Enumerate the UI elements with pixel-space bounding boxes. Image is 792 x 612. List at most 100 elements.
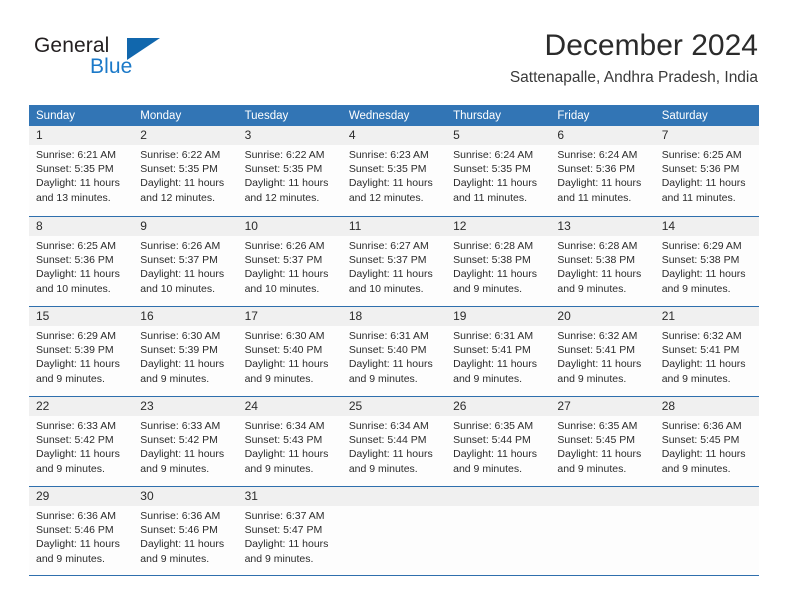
day-details: Sunrise: 6:23 AM Sunset: 5:35 PM Dayligh… <box>342 145 446 205</box>
sunset-text: Sunset: 5:42 PM <box>140 434 218 447</box>
day-number: 5 <box>446 126 551 145</box>
day-number: 3 <box>237 126 342 145</box>
weekday-header-thursday: Thursday <box>453 110 502 122</box>
day-details: Sunrise: 6:26 AM Sunset: 5:37 PM Dayligh… <box>133 236 237 296</box>
daylight-text-line2: and 9 minutes. <box>140 552 210 565</box>
day-number: 25 <box>341 397 447 416</box>
day-details: Sunrise: 6:22 AM Sunset: 5:35 PM Dayligh… <box>133 145 237 205</box>
day-cell[interactable]: 3 Sunrise: 6:22 AM Sunset: 5:35 PM Dayli… <box>237 126 342 216</box>
day-cell-empty <box>446 487 551 575</box>
sunrise-text: Sunrise: 6:23 AM <box>348 149 429 161</box>
daylight-text-line1: Daylight: 11 hours <box>140 177 225 190</box>
sunrise-text: Sunrise: 6:34 AM <box>244 420 325 432</box>
sunset-text: Sunset: 5:37 PM <box>244 254 323 267</box>
daylight-text-line2: and 12 minutes. <box>244 191 320 204</box>
daylight-text-line1: Daylight: 11 hours <box>244 268 329 281</box>
day-cell[interactable]: 17 Sunrise: 6:30 AM Sunset: 5:40 PM Dayl… <box>237 307 342 396</box>
day-details <box>655 506 759 509</box>
day-cell[interactable]: 5 Sunrise: 6:24 AM Sunset: 5:35 PM Dayli… <box>446 126 551 216</box>
day-number: 15 <box>29 307 134 326</box>
day-cell[interactable]: 16 Sunrise: 6:30 AM Sunset: 5:39 PM Dayl… <box>133 307 238 396</box>
day-cell[interactable]: 15 Sunrise: 6:29 AM Sunset: 5:39 PM Dayl… <box>29 307 134 396</box>
day-cell[interactable]: 30 Sunrise: 6:36 AM Sunset: 5:46 PM Dayl… <box>133 487 238 575</box>
day-details: Sunrise: 6:25 AM Sunset: 5:36 PM Dayligh… <box>655 145 759 205</box>
day-details: Sunrise: 6:29 AM Sunset: 5:39 PM Dayligh… <box>29 326 133 386</box>
day-cell[interactable]: 24 Sunrise: 6:34 AM Sunset: 5:43 PM Dayl… <box>237 397 342 486</box>
sunrise-text: Sunrise: 6:36 AM <box>661 420 742 432</box>
daylight-text-line1: Daylight: 11 hours <box>453 358 537 371</box>
day-cell[interactable]: 13 Sunrise: 6:28 AM Sunset: 5:38 PM Dayl… <box>550 217 655 306</box>
daylight-text-line1: Daylight: 11 hours <box>661 268 746 281</box>
sunset-text: Sunset: 5:37 PM <box>348 254 427 267</box>
sunrise-text: Sunrise: 6:31 AM <box>348 330 429 342</box>
sunset-text: Sunset: 5:38 PM <box>557 254 636 267</box>
daylight-text-line2: and 9 minutes. <box>453 282 523 295</box>
day-cell[interactable]: 2 Sunrise: 6:22 AM Sunset: 5:35 PM Dayli… <box>133 126 238 216</box>
daylight-text-line1: Daylight: 11 hours <box>140 358 225 371</box>
day-details: Sunrise: 6:28 AM Sunset: 5:38 PM Dayligh… <box>446 236 550 296</box>
day-cell[interactable]: 20 Sunrise: 6:32 AM Sunset: 5:41 PM Dayl… <box>550 307 655 396</box>
daylight-text-line2: and 9 minutes. <box>244 462 314 475</box>
day-cell[interactable]: 8 Sunrise: 6:25 AM Sunset: 5:36 PM Dayli… <box>29 217 134 306</box>
day-cell[interactable]: 31 Sunrise: 6:37 AM Sunset: 5:47 PM Dayl… <box>237 487 342 575</box>
day-details: Sunrise: 6:31 AM Sunset: 5:41 PM Dayligh… <box>446 326 550 386</box>
day-cell[interactable]: 12 Sunrise: 6:28 AM Sunset: 5:38 PM Dayl… <box>446 217 551 306</box>
sunset-text: Sunset: 5:37 PM <box>140 254 218 267</box>
sunrise-text: Sunrise: 6:25 AM <box>661 149 742 161</box>
day-cell[interactable]: 26 Sunrise: 6:35 AM Sunset: 5:44 PM Dayl… <box>446 397 551 486</box>
sunrise-text: Sunrise: 6:26 AM <box>140 240 221 252</box>
day-cell[interactable]: 28 Sunrise: 6:36 AM Sunset: 5:45 PM Dayl… <box>654 397 759 486</box>
sunrise-text: Sunrise: 6:22 AM <box>244 149 325 161</box>
weekday-header-monday: Monday <box>140 110 182 122</box>
daylight-text-line1: Daylight: 11 hours <box>348 177 433 190</box>
day-cell[interactable]: 23 Sunrise: 6:33 AM Sunset: 5:42 PM Dayl… <box>133 397 238 486</box>
day-details: Sunrise: 6:24 AM Sunset: 5:36 PM Dayligh… <box>550 145 654 205</box>
day-cell[interactable]: 6 Sunrise: 6:24 AM Sunset: 5:36 PM Dayli… <box>550 126 655 216</box>
daylight-text-line1: Daylight: 11 hours <box>661 358 746 371</box>
daylight-text-line2: and 10 minutes. <box>244 282 320 295</box>
sunrise-text: Sunrise: 6:32 AM <box>661 330 742 342</box>
day-number: 8 <box>29 217 134 236</box>
day-number: 17 <box>237 307 342 326</box>
day-number: 1 <box>29 126 134 145</box>
day-number: 7 <box>654 126 759 145</box>
page-title: December 2024 <box>544 29 758 62</box>
day-cell[interactable]: 14 Sunrise: 6:29 AM Sunset: 5:38 PM Dayl… <box>654 217 759 306</box>
day-cell[interactable]: 18 Sunrise: 6:31 AM Sunset: 5:40 PM Dayl… <box>341 307 447 396</box>
day-number: 16 <box>133 307 238 326</box>
day-details: Sunrise: 6:28 AM Sunset: 5:38 PM Dayligh… <box>550 236 654 296</box>
sunset-text: Sunset: 5:41 PM <box>453 344 531 357</box>
daylight-text-line2: and 9 minutes. <box>348 372 418 385</box>
day-details: Sunrise: 6:27 AM Sunset: 5:37 PM Dayligh… <box>342 236 446 296</box>
sunset-text: Sunset: 5:43 PM <box>244 434 323 447</box>
sunset-text: Sunset: 5:39 PM <box>140 344 218 357</box>
daylight-text-line1: Daylight: 11 hours <box>453 268 537 281</box>
sunset-text: Sunset: 5:40 PM <box>348 344 427 357</box>
day-cell[interactable]: 19 Sunrise: 6:31 AM Sunset: 5:41 PM Dayl… <box>446 307 551 396</box>
day-details: Sunrise: 6:34 AM Sunset: 5:43 PM Dayligh… <box>238 416 342 476</box>
day-cell[interactable]: 10 Sunrise: 6:26 AM Sunset: 5:37 PM Dayl… <box>237 217 342 306</box>
sunset-text: Sunset: 5:38 PM <box>453 254 531 267</box>
day-cell[interactable]: 4 Sunrise: 6:23 AM Sunset: 5:35 PM Dayli… <box>341 126 447 216</box>
day-cell[interactable]: 1 Sunrise: 6:21 AM Sunset: 5:35 PM Dayli… <box>29 126 134 216</box>
sunrise-text: Sunrise: 6:31 AM <box>453 330 534 342</box>
sunset-text: Sunset: 5:35 PM <box>348 163 427 176</box>
day-details: Sunrise: 6:36 AM Sunset: 5:46 PM Dayligh… <box>29 506 133 566</box>
day-cell[interactable]: 11 Sunrise: 6:27 AM Sunset: 5:37 PM Dayl… <box>341 217 447 306</box>
day-number: 22 <box>29 397 134 416</box>
daylight-text-line2: and 9 minutes. <box>36 462 105 475</box>
week-row: 29 Sunrise: 6:36 AM Sunset: 5:46 PM Dayl… <box>29 486 759 576</box>
daylight-text-line1: Daylight: 11 hours <box>244 177 329 190</box>
day-cell[interactable]: 9 Sunrise: 6:26 AM Sunset: 5:37 PM Dayli… <box>133 217 238 306</box>
sunset-text: Sunset: 5:38 PM <box>661 254 740 267</box>
day-details: Sunrise: 6:29 AM Sunset: 5:38 PM Dayligh… <box>655 236 759 296</box>
day-cell[interactable]: 25 Sunrise: 6:34 AM Sunset: 5:44 PM Dayl… <box>341 397 447 486</box>
day-cell[interactable]: 29 Sunrise: 6:36 AM Sunset: 5:46 PM Dayl… <box>29 487 134 575</box>
week-row: 22 Sunrise: 6:33 AM Sunset: 5:42 PM Dayl… <box>29 396 759 486</box>
day-cell[interactable]: 27 Sunrise: 6:35 AM Sunset: 5:45 PM Dayl… <box>550 397 655 486</box>
day-cell[interactable]: 7 Sunrise: 6:25 AM Sunset: 5:36 PM Dayli… <box>654 126 759 216</box>
day-cell[interactable]: 22 Sunrise: 6:33 AM Sunset: 5:42 PM Dayl… <box>29 397 134 486</box>
day-cell[interactable]: 21 Sunrise: 6:32 AM Sunset: 5:41 PM Dayl… <box>654 307 759 396</box>
day-details <box>550 506 654 509</box>
daylight-text-line2: and 12 minutes. <box>348 191 424 204</box>
